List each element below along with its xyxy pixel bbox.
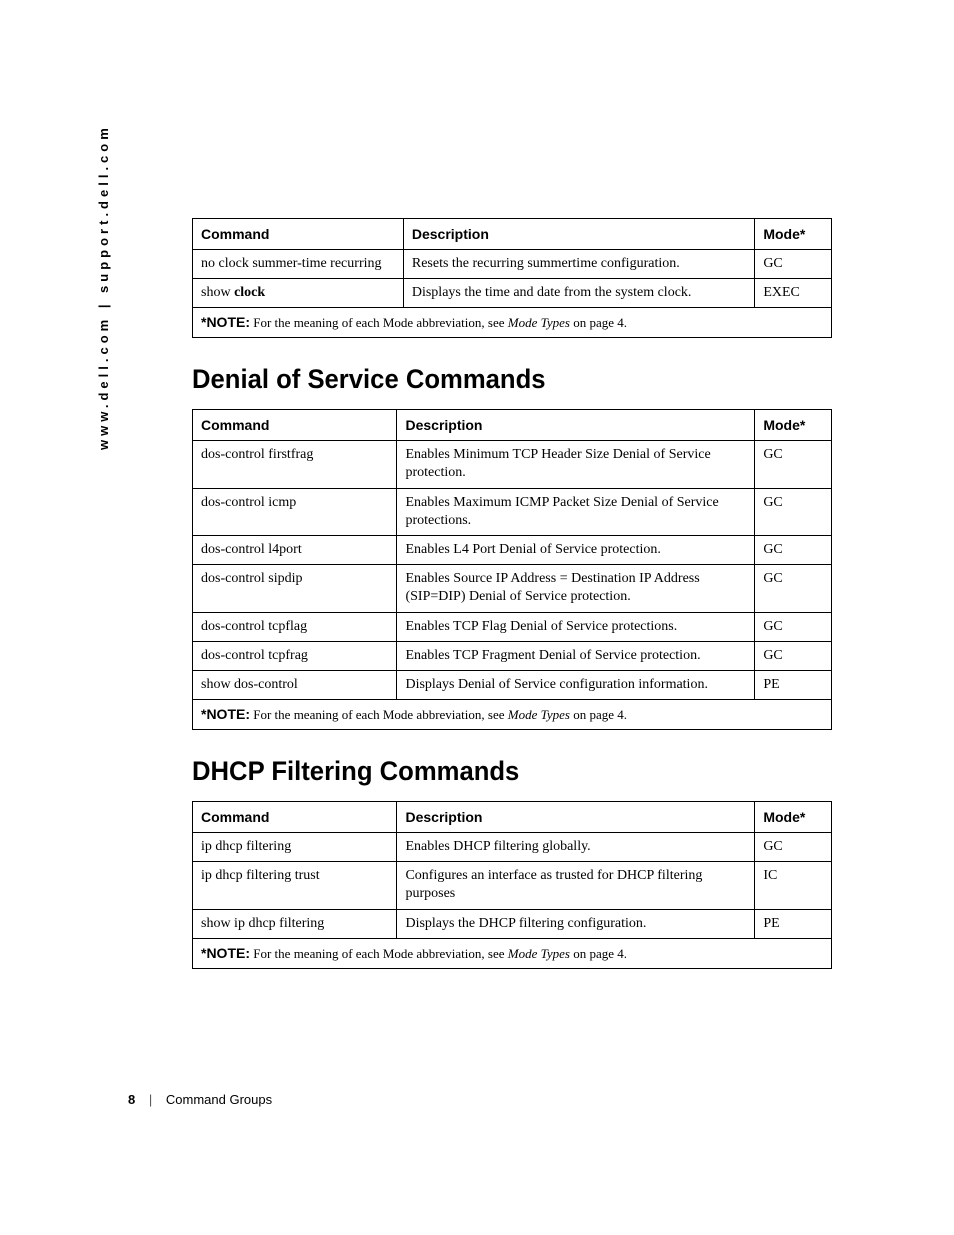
table-row: no clock summer-time recurring Resets th… — [193, 250, 832, 279]
table-row: dos-control firstfragEnables Minimum TCP… — [193, 441, 832, 488]
cell-command: no clock summer-time recurring — [193, 250, 404, 279]
table-row: ip dhcp filtering trustConfigures an int… — [193, 862, 832, 909]
cell-mode: PE — [755, 670, 832, 699]
cell-description: Displays the DHCP filtering configuratio… — [397, 909, 755, 938]
cell-mode: GC — [755, 641, 832, 670]
cell-command: dos-control icmp — [193, 488, 397, 535]
table-note: *NOTE: For the meaning of each Mode abbr… — [193, 700, 832, 730]
table-note: *NOTE: For the meaning of each Mode abbr… — [193, 308, 832, 338]
footer-separator: | — [149, 1092, 152, 1107]
th-description: Description — [397, 410, 755, 441]
cell-command: show ip dhcp filtering — [193, 909, 397, 938]
cell-mode: GC — [755, 536, 832, 565]
cell-description: Enables L4 Port Denial of Service protec… — [397, 536, 755, 565]
table-row: show dos-controlDisplays Denial of Servi… — [193, 670, 832, 699]
table-header-row: Command Description Mode* — [193, 802, 832, 833]
page-footer: 8 | Command Groups — [128, 1092, 272, 1107]
cell-mode: EXEC — [755, 279, 832, 308]
cell-description: Enables Minimum TCP Header Size Denial o… — [397, 441, 755, 488]
cell-mode: GC — [755, 833, 832, 862]
cell-mode: IC — [755, 862, 832, 909]
table-row: show ip dhcp filteringDisplays the DHCP … — [193, 909, 832, 938]
cell-command: dos-control tcpfrag — [193, 641, 397, 670]
cell-description: Enables Source IP Address = Destination … — [397, 565, 755, 612]
table-note-row: *NOTE: For the meaning of each Mode abbr… — [193, 938, 832, 968]
cell-command: dos-control sipdip — [193, 565, 397, 612]
cell-description: Enables DHCP filtering globally. — [397, 833, 755, 862]
cell-command: dos-control tcpflag — [193, 612, 397, 641]
cell-mode: GC — [755, 612, 832, 641]
th-description: Description — [403, 219, 754, 250]
cell-command: ip dhcp filtering trust — [193, 862, 397, 909]
cell-command: dos-control l4port — [193, 536, 397, 565]
th-description: Description — [397, 802, 755, 833]
table-header-row: Command Description Mode* — [193, 410, 832, 441]
dos-commands-table: Command Description Mode* dos-control fi… — [192, 409, 832, 730]
th-command: Command — [193, 802, 397, 833]
cell-description: Configures an interface as trusted for D… — [397, 862, 755, 909]
table-row: show clock Displays the time and date fr… — [193, 279, 832, 308]
cell-description: Enables TCP Fragment Denial of Service p… — [397, 641, 755, 670]
table-row: dos-control l4portEnables L4 Port Denial… — [193, 536, 832, 565]
table-row: dos-control tcpfragEnables TCP Fragment … — [193, 641, 832, 670]
page-number: 8 — [128, 1092, 135, 1107]
section-heading-dos: Denial of Service Commands — [192, 364, 800, 395]
section-heading-dhcp: DHCP Filtering Commands — [192, 756, 800, 787]
th-mode: Mode* — [755, 802, 832, 833]
side-url-text: www.dell.com | support.dell.com — [96, 124, 111, 450]
cell-command: show dos-control — [193, 670, 397, 699]
th-mode: Mode* — [755, 219, 832, 250]
page-content: Command Description Mode* no clock summe… — [192, 218, 832, 969]
table-note-row: *NOTE: For the meaning of each Mode abbr… — [193, 308, 832, 338]
table-note: *NOTE: For the meaning of each Mode abbr… — [193, 938, 832, 968]
clock-commands-table: Command Description Mode* no clock summe… — [192, 218, 832, 338]
table-note-row: *NOTE: For the meaning of each Mode abbr… — [193, 700, 832, 730]
cell-mode: GC — [755, 441, 832, 488]
cell-mode: PE — [755, 909, 832, 938]
cell-command: show clock — [193, 279, 404, 308]
table-row: dos-control sipdipEnables Source IP Addr… — [193, 565, 832, 612]
cell-mode: GC — [755, 250, 832, 279]
table-row: dos-control icmpEnables Maximum ICMP Pac… — [193, 488, 832, 535]
cell-command: ip dhcp filtering — [193, 833, 397, 862]
cell-mode: GC — [755, 565, 832, 612]
th-command: Command — [193, 219, 404, 250]
th-mode: Mode* — [755, 410, 832, 441]
dhcp-commands-table: Command Description Mode* ip dhcp filter… — [192, 801, 832, 969]
th-command: Command — [193, 410, 397, 441]
cell-description: Displays Denial of Service configuration… — [397, 670, 755, 699]
cell-description: Displays the time and date from the syst… — [403, 279, 754, 308]
cell-description: Resets the recurring summertime configur… — [403, 250, 754, 279]
cell-description: Enables Maximum ICMP Packet Size Denial … — [397, 488, 755, 535]
cell-command: dos-control firstfrag — [193, 441, 397, 488]
cell-mode: GC — [755, 488, 832, 535]
table-header-row: Command Description Mode* — [193, 219, 832, 250]
table-row: ip dhcp filteringEnables DHCP filtering … — [193, 833, 832, 862]
cell-description: Enables TCP Flag Denial of Service prote… — [397, 612, 755, 641]
table-row: dos-control tcpflagEnables TCP Flag Deni… — [193, 612, 832, 641]
footer-title: Command Groups — [166, 1092, 272, 1107]
